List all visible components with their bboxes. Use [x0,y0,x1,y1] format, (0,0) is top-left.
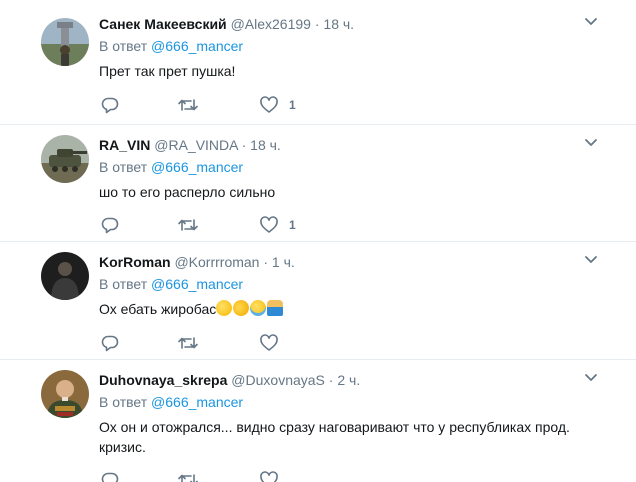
chevron-down-icon[interactable] [583,251,599,267]
tweet-actions [99,332,499,354]
user-name[interactable]: Санек Макеевский [99,16,227,32]
sweat-smile-emoji [216,300,233,316]
user-name[interactable]: Duhovnaya_skrepa [99,372,227,388]
separator-dot: · [314,16,320,32]
reply-icon [101,472,119,482]
avatar[interactable] [41,370,89,418]
reply-context: В ответ @666_mancer [99,275,636,293]
reply-mention[interactable]: @666_mancer [151,159,243,175]
like-count: 1 [289,98,296,112]
reply-icon [101,217,119,234]
tweet[interactable]: Санек Макеевский @Alex26199 · 18 ч. В от… [0,0,636,125]
reply-mention[interactable]: @666_mancer [151,394,243,410]
separator-dot: · [263,254,269,270]
reply-prefix: В ответ [99,159,148,175]
reply-context: В ответ @666_mancer [99,158,636,176]
reply-button[interactable] [100,94,120,116]
rofl-emoji [230,297,252,319]
tweet-header: Duhovnaya_skrepa @DuxovnayaS · 2 ч. [99,370,636,390]
tweet-header: RA_VIN @RA_VINDA · 18 ч. [99,135,636,155]
like-button[interactable]: 1 [259,94,296,116]
chevron-down-icon[interactable] [583,369,599,385]
user-handle[interactable]: @DuxovnayaS [231,372,325,388]
chevron-down-icon[interactable] [583,134,599,150]
joy-emoji [250,300,267,316]
tweet-header: Санек Макеевский @Alex26199 · 18 ч. [99,14,636,34]
like-icon [260,471,278,482]
like-button[interactable]: 1 [259,214,296,236]
like-count: 1 [289,218,296,232]
reply-mention[interactable]: @666_mancer [151,276,243,292]
reply-context: В ответ @666_mancer [99,393,636,411]
retweet-icon [178,337,198,349]
tweet[interactable]: RA_VIN @RA_VINDA · 18 ч. В ответ @666_ma… [0,125,636,242]
tweet-actions: 1 [99,94,499,116]
avatar[interactable] [41,252,89,300]
reply-context: В ответ @666_mancer [99,37,636,55]
retweet-icon [178,219,198,231]
separator-dot: · [328,372,334,388]
timestamp[interactable]: 18 ч. [250,137,281,153]
like-button[interactable] [259,332,279,354]
tweet[interactable]: KorRoman @Korrrroman · 1 ч. В ответ @666… [0,242,636,360]
retweet-button[interactable] [177,469,199,482]
reply-icon [101,97,119,114]
reply-button[interactable] [100,332,120,354]
reply-prefix: В ответ [99,276,148,292]
separator-dot: · [241,137,247,153]
tweet-header: KorRoman @Korrrroman · 1 ч. [99,252,636,272]
retweet-button[interactable] [177,332,199,354]
timestamp[interactable]: 2 ч. [337,372,360,388]
tweet-text: Прет так прет пушка! [99,63,236,79]
tweet[interactable]: Duhovnaya_skrepa @DuxovnayaS · 2 ч. В от… [0,360,636,482]
tweet-actions: 1 [99,214,499,236]
like-icon [260,334,278,351]
tweet-text: Ох он и отожрался... видно сразу наговар… [99,419,570,455]
chevron-down-icon[interactable] [583,13,599,29]
avatar[interactable] [41,135,89,183]
tweet-actions [99,469,499,482]
user-handle[interactable]: @RA_VINDA [154,137,237,153]
retweet-button[interactable] [177,94,199,116]
reply-icon [101,335,119,352]
user-name[interactable]: KorRoman [99,254,171,270]
tweet-text-container: Ох ебать жиробас [99,297,636,319]
reply-mention[interactable]: @666_mancer [151,38,243,54]
retweet-button[interactable] [177,214,199,236]
retweet-icon [178,99,198,111]
user-name[interactable]: RA_VIN [99,137,150,153]
like-button[interactable] [259,469,279,482]
retweet-icon [178,474,198,482]
like-icon [260,216,278,233]
reply-button[interactable] [100,214,120,236]
avatar[interactable] [41,18,89,66]
timestamp[interactable]: 18 ч. [323,16,354,32]
timestamp[interactable]: 1 ч. [272,254,295,270]
tweet-feed: Санек Макеевский @Alex26199 · 18 ч. В от… [0,0,636,482]
reply-button[interactable] [100,469,120,482]
tweet-text: шо то его расперло сильно [99,184,276,200]
user-handle[interactable]: @Korrrroman [174,254,259,270]
facepalm-emoji [267,300,284,316]
tweet-text: Ох ебать жиробас [99,301,217,317]
reply-prefix: В ответ [99,394,148,410]
user-handle[interactable]: @Alex26199 [231,16,311,32]
reply-prefix: В ответ [99,38,148,54]
like-icon [260,96,278,113]
